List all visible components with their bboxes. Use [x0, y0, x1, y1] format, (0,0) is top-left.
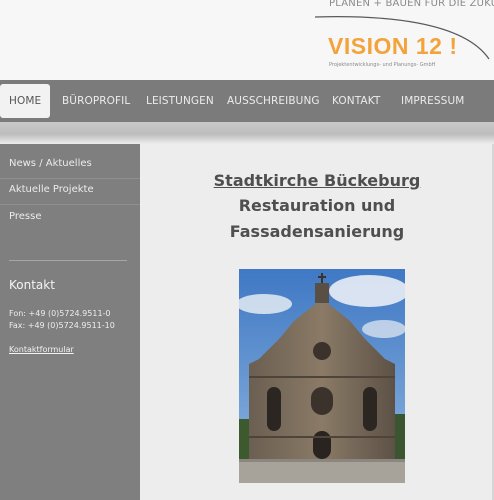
sidebar-item-presse[interactable]: Presse — [9, 211, 41, 222]
sidebar-item-news[interactable]: News / Aktuelles — [9, 158, 92, 169]
nav-ausschreibung[interactable]: AUSSCHREIBUNG — [227, 80, 320, 122]
kontaktformular-link[interactable]: Kontaktformular — [9, 345, 74, 354]
church-facade-photo — [239, 269, 405, 483]
church-photo-icon — [239, 269, 405, 483]
page-subtitle-1: Restauration und — [238, 196, 396, 215]
sidebar-divider — [9, 260, 127, 261]
nav-kontakt[interactable]: KONTAKT — [332, 80, 380, 122]
kontakt-fon: Fon: +49 (0)5724.9511-0 — [9, 309, 111, 318]
main-nav: HOME BÜROPROFIL LEISTUNGEN AUSSCHREIBUNG… — [0, 80, 494, 122]
sidebar-separator — [0, 204, 140, 205]
sidebar-separator — [0, 178, 140, 179]
sidebar-item-projekte[interactable]: Aktuelle Projekte — [9, 184, 94, 195]
nav-impressum[interactable]: IMPRESSUM — [401, 80, 464, 122]
logo-subtitle: Projektentwicklungs- und Planungs- GmbH — [329, 62, 436, 68]
tagline: PLANEN + BAUEN FÜR DIE ZUKUNFT — [329, 0, 494, 9]
nav-home[interactable]: HOME — [0, 84, 51, 118]
logo[interactable]: VISION 12 ! — [328, 33, 457, 60]
page-subtitle-2: Fassadensanierung — [229, 222, 405, 241]
site-header: PLANEN + BAUEN FÜR DIE ZUKUNFT VISION 12… — [0, 0, 494, 80]
nav-bueroprofil[interactable]: BÜROPROFIL — [62, 80, 130, 122]
nav-leistungen[interactable]: LEISTUNGEN — [146, 80, 214, 122]
nav-shadow-band — [0, 122, 494, 144]
kontakt-fax: Fax: +49 (0)5724.9511-10 — [9, 321, 115, 330]
page-title: Stadtkirche Bückeburg — [213, 171, 421, 190]
kontakt-heading: Kontakt — [9, 278, 55, 292]
